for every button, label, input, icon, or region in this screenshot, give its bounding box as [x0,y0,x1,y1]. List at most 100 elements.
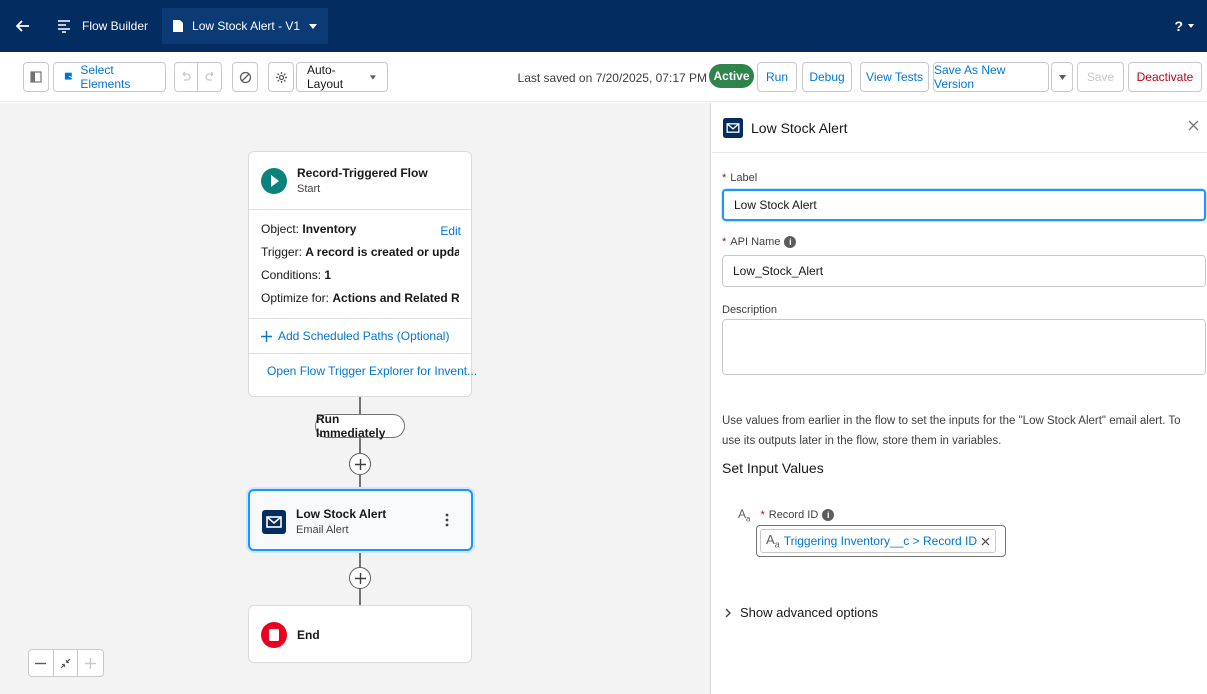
open-trigger-explorer-link[interactable]: Open Flow Trigger Explorer for Invent... [249,353,477,388]
contract-icon [60,658,71,668]
show-advanced-options-toggle[interactable]: Show advanced options [724,605,878,620]
plus-icon [354,572,366,584]
open-trigger-explorer-label: Open Flow Trigger Explorer for Invent... [267,364,478,378]
api-name-field-label: * API Name i [722,236,797,248]
save-label: Save [1086,70,1115,84]
description-caption: Description [722,304,778,316]
caret-down-icon [370,74,377,80]
help-menu[interactable]: ? [1174,18,1195,34]
end-title: End [297,628,320,642]
redo-icon [204,71,213,81]
start-details: Edit Object: Inventory Trigger: A record… [249,209,471,318]
status-badge: Active [709,64,754,88]
undo-button[interactable] [175,63,199,91]
end-element[interactable]: End [248,605,472,663]
add-element-button[interactable] [349,567,371,589]
run-immediately-pill[interactable]: Run Immediately [315,412,405,440]
record-id-token-label: Triggering Inventory__c > Record ID [783,534,977,548]
back-button[interactable] [0,0,46,52]
info-icon[interactable]: i [822,509,835,522]
save-as-new-version-button[interactable]: Save As New Version [933,62,1049,92]
api-name-input[interactable]: Low_Stock_Alert [722,255,1206,287]
element-menu-button[interactable] [445,513,449,527]
toggle-panel-button[interactable] [23,62,49,92]
debug-button[interactable]: Debug [802,62,852,92]
start-subtitle: Start [297,183,321,195]
label-field-label: * Label [722,172,757,184]
settings-button[interactable] [268,62,294,92]
zoom-out-button[interactable] [29,650,54,676]
close-icon [1188,120,1199,131]
api-name-caption: API Name [730,236,781,248]
select-elements-button[interactable]: Select Elements [53,62,166,92]
caret-down-icon [309,24,318,29]
email-icon [262,509,286,534]
optimize-value: Actions and Related Recor... [332,291,459,305]
layout-select[interactable]: Auto-Layout [296,62,388,92]
show-advanced-options-label: Show advanced options [740,605,879,620]
properties-panel: Low Stock Alert * Label Low Stock Alert *… [712,103,1207,694]
panel-left-icon [30,71,42,83]
action-title: Low Stock Alert [296,507,387,521]
connector-line [359,475,361,489]
gear-icon [275,71,287,83]
view-tests-button[interactable]: View Tests [860,62,929,92]
add-element-button[interactable] [349,453,371,475]
close-panel-button[interactable] [1188,120,1199,131]
email-alert-element[interactable]: Low Stock Alert Email Alert [248,489,473,551]
zoom-controls [28,649,104,677]
add-scheduled-paths-link[interactable]: Add Scheduled Paths (Optional) [249,318,471,353]
flow-canvas[interactable]: Record-Triggered Flow Start Edit Object:… [0,103,711,694]
record-id-field-label: Aa * Record ID i [738,507,835,524]
text-type-icon: Aa [766,532,780,550]
save-menu-button[interactable] [1051,62,1073,92]
select-elements-label: Select Elements [80,63,131,91]
save-button[interactable]: Save [1077,62,1124,92]
optimize-row: Optimize for: Actions and Related Recor.… [261,291,459,305]
info-icon[interactable]: i [784,236,797,248]
redo-button[interactable] [198,63,221,91]
start-element[interactable]: Record-Triggered Flow Start Edit Object:… [248,151,477,397]
app-title: Flow Builder [46,0,162,52]
plus-icon [354,458,366,470]
flow-tab[interactable]: Low Stock Alert - V1 [162,8,329,44]
debug-label: Debug [809,70,845,84]
trigger-label: Trigger: [261,245,306,259]
required-marker: * [760,509,765,522]
start-title: Record-Triggered Flow [297,166,428,180]
object-row: Object: Inventory [261,222,459,236]
panel-title: Low Stock Alert [751,119,848,136]
plus-icon [85,657,97,669]
trigger-value: A record is created or updated [305,245,459,259]
object-label: Object: [261,222,303,236]
deactivate-button[interactable]: Deactivate [1128,62,1202,92]
panel-header: Low Stock Alert [712,103,1207,153]
app-header: Flow Builder Low Stock Alert - V1 ? [0,0,1207,52]
caret-down-icon [1058,74,1066,80]
record-id-input[interactable]: Aa Triggering Inventory__c > Record ID [756,525,1006,557]
optimize-label: Optimize for: [261,291,333,305]
edit-link[interactable]: Edit [440,224,461,238]
record-id-token[interactable]: Aa Triggering Inventory__c > Record ID [760,529,996,553]
last-saved-text: Last saved on 7/20/2025, 07:17 PM [517,71,707,85]
close-icon[interactable] [981,537,990,546]
required-marker: * [722,172,727,184]
prohibit-icon [239,71,251,83]
toolbar: Select Elements Auto-Layout Last saved o… [0,52,1207,102]
app-name: Flow Builder [82,19,149,33]
text-type-icon: Aa [738,507,751,524]
set-input-values-heading: Set Input Values [722,460,824,476]
run-button[interactable]: Run [757,62,797,92]
label-input[interactable]: Low Stock Alert [722,189,1206,221]
minus-icon [35,662,47,664]
undo-icon [182,71,191,81]
conditions-label: Conditions: [261,268,325,282]
run-immediately-label: Run Immediately [316,412,386,440]
description-field-label: Description [722,304,777,316]
no-fault-paths-button[interactable] [232,62,258,92]
zoom-in-button[interactable] [78,650,103,676]
label-input-value: Low Stock Alert [734,198,817,212]
description-textarea[interactable] [722,319,1206,375]
fit-to-view-button[interactable] [54,650,79,676]
help-label: ? [1174,18,1183,34]
